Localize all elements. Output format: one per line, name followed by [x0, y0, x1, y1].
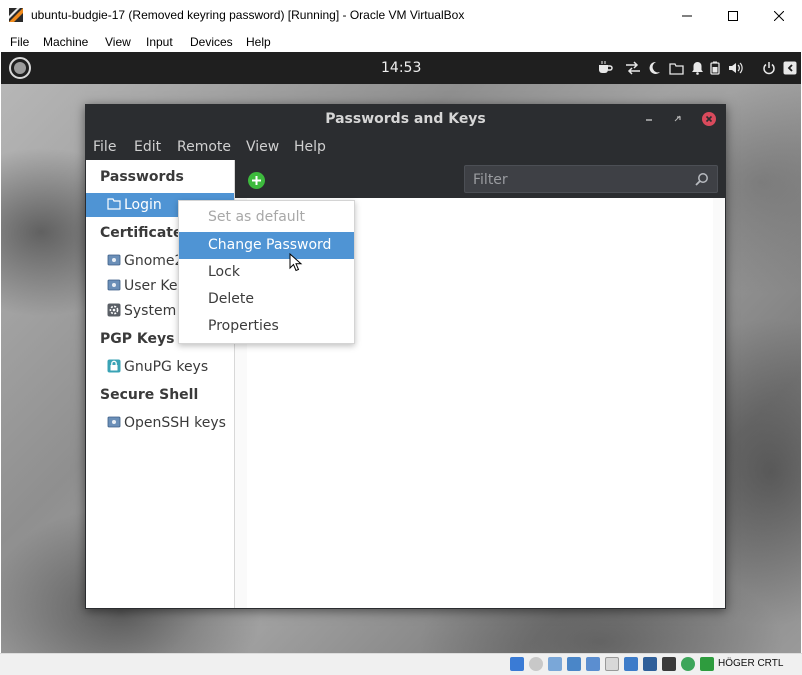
search-icon[interactable]: [695, 172, 709, 186]
app-menu-help[interactable]: Help: [294, 139, 326, 155]
host-menu-machine[interactable]: Machine: [43, 35, 88, 49]
panel-clock[interactable]: 14:53: [381, 60, 421, 76]
shared-folders-icon[interactable]: [605, 657, 619, 671]
caffeine-icon[interactable]: [596, 59, 614, 77]
host-menu-devices[interactable]: Devices: [190, 35, 233, 49]
host-window-title: ubuntu-budgie-17 (Removed keyring passwo…: [31, 8, 465, 22]
sidebar-section-pgp-keys: PGP Keys: [100, 331, 175, 347]
context-menu: Set as default Change Password Lock Dele…: [178, 200, 355, 344]
menu-item-label: Lock: [208, 264, 240, 280]
sidebar-section-passwords: Passwords: [100, 169, 184, 185]
add-button[interactable]: [248, 172, 265, 189]
menu-item-label: Delete: [208, 291, 254, 307]
maximize-button[interactable]: [710, 0, 756, 31]
app-close-button[interactable]: [702, 112, 716, 126]
app-maximize-button[interactable]: [671, 112, 685, 126]
menu-item-set-as-default: Set as default: [179, 204, 354, 231]
close-button[interactable]: [756, 0, 802, 31]
cpu-icon[interactable]: [662, 657, 676, 671]
sidebar-item-openssh-keys[interactable]: OpenSSH keys: [86, 411, 234, 435]
host-menubar: File Machine View Input Devices Help: [0, 31, 802, 52]
battery-power-icon[interactable]: [707, 59, 723, 77]
host-menu-view[interactable]: View: [105, 35, 131, 49]
budgie-top-panel: 14:53: [1, 52, 801, 84]
keyring-icon: [107, 279, 121, 291]
menu-item-properties[interactable]: Properties: [179, 313, 354, 340]
app-menu-remote[interactable]: Remote: [177, 139, 231, 155]
sidebar-item-label: GnuPG keys: [124, 359, 209, 375]
virtualbox-app-icon: [9, 8, 23, 22]
app-menu-view[interactable]: View: [246, 139, 279, 155]
sidebar-item-label: Gnome2: [124, 253, 184, 269]
plus-icon: [252, 176, 261, 185]
passwords-and-keys-window: Passwords and Keys File Edit Remote View…: [85, 104, 726, 609]
app-maximize-icon: [674, 115, 681, 122]
volume-icon[interactable]: [727, 59, 745, 77]
filter-input[interactable]: [465, 166, 695, 194]
sidebar-item-gnupg-keys[interactable]: GnuPG keys: [86, 355, 234, 379]
audio-icon[interactable]: [548, 657, 562, 671]
notifications-bell-icon[interactable]: [689, 59, 705, 77]
host-menu-help[interactable]: Help: [246, 35, 271, 49]
display-icon[interactable]: [624, 657, 638, 671]
sidebar-item-label: User Key: [124, 278, 186, 294]
network-icon[interactable]: [624, 59, 642, 77]
host-key-indicator: HÖGER CRTL: [718, 658, 784, 669]
app-menu-file[interactable]: File: [93, 139, 116, 155]
sidebar-item-label: OpenSSH keys: [124, 415, 226, 431]
keyring-icon: [107, 416, 121, 428]
host-titlebar: ubuntu-budgie-17 (Removed keyring passwo…: [0, 0, 802, 31]
sidebar-section-secure-shell: Secure Shell: [100, 387, 199, 403]
budgie-menu-icon[interactable]: [9, 57, 31, 79]
power-icon[interactable]: [761, 59, 777, 77]
menu-item-change-password[interactable]: Change Password: [179, 232, 354, 259]
menu-item-lock[interactable]: Lock: [179, 259, 354, 286]
minimize-icon: [682, 15, 692, 16]
virtualization-icon[interactable]: [681, 657, 695, 671]
menu-item-label: Change Password: [208, 237, 332, 253]
host-menu-input[interactable]: Input: [146, 35, 173, 49]
gear-icon: [107, 303, 121, 317]
app-header-bar: Passwords and Keys: [85, 104, 726, 134]
app-minimize-icon: [646, 119, 652, 121]
hard-disk-icon[interactable]: [510, 657, 524, 671]
network-adapter-icon[interactable]: [567, 657, 581, 671]
maximize-icon: [728, 10, 738, 21]
app-window-title: Passwords and Keys: [325, 111, 486, 127]
video-capture-icon[interactable]: [643, 657, 657, 671]
folder-icon: [107, 198, 121, 210]
app-close-icon: [705, 115, 713, 123]
raven-sidebar-icon[interactable]: [782, 59, 798, 77]
menu-item-delete[interactable]: Delete: [179, 286, 354, 313]
night-light-icon[interactable]: [646, 59, 662, 77]
close-icon: [774, 10, 784, 21]
lock-icon: [107, 359, 121, 373]
places-folder-icon[interactable]: [668, 59, 684, 77]
minimize-button[interactable]: [664, 0, 710, 31]
guest-desktop: 14:53 Passwords and Keys File Edit Remot…: [1, 52, 801, 653]
sidebar-item-label: Login: [124, 197, 162, 213]
mouse-integration-icon[interactable]: [700, 657, 714, 671]
usb-icon[interactable]: [586, 657, 600, 671]
app-minimize-button[interactable]: [642, 112, 656, 126]
app-menubar: File Edit Remote View Help: [85, 134, 726, 160]
app-toolbar: [235, 160, 725, 198]
host-menu-file[interactable]: File: [10, 35, 29, 49]
app-menu-edit[interactable]: Edit: [134, 139, 161, 155]
keyring-icon: [107, 254, 121, 266]
menu-item-label: Set as default: [208, 209, 306, 225]
optical-drive-icon[interactable]: [529, 657, 543, 671]
menu-item-label: Properties: [208, 318, 279, 334]
host-statusbar: HÖGER CRTL: [0, 653, 802, 675]
filter-field: [464, 165, 718, 194]
mouse-pointer-icon: [289, 253, 303, 272]
